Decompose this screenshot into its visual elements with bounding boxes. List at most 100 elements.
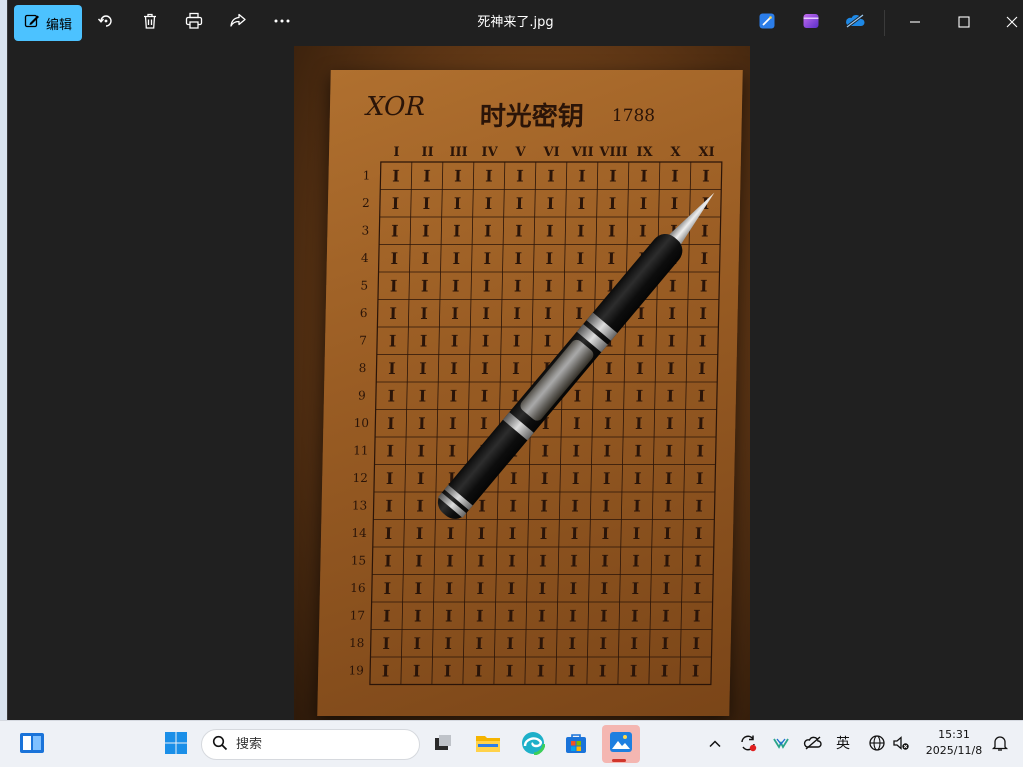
grid-cell-mark: I [419, 359, 427, 378]
clock[interactable]: 15:31 2025/11/8 [922, 727, 986, 759]
edge-button[interactable] [516, 728, 550, 762]
grid-cell-mark: I [632, 552, 640, 571]
share-button[interactable] [222, 8, 254, 38]
grid-cell-mark: I [572, 442, 580, 461]
show-hidden-icons-button[interactable] [700, 728, 730, 762]
grid-cell-mark: I [664, 524, 672, 543]
row-number: 9 [358, 389, 366, 403]
designer-icon [758, 12, 776, 34]
grid-cell-mark: I [418, 387, 426, 406]
column-header: X [670, 145, 681, 160]
delete-button[interactable] [134, 8, 166, 38]
start-button[interactable] [159, 728, 193, 762]
grid-cell-mark: I [700, 249, 708, 268]
grid-cell-mark: I [697, 387, 705, 406]
app-tray-button[interactable] [766, 728, 796, 762]
grid-cell-mark: I [454, 167, 462, 186]
grid-cell-mark: I [661, 634, 669, 653]
grid-cell-mark: I [507, 579, 515, 598]
file-explorer-button[interactable] [471, 728, 505, 762]
grid-cell-mark: I [453, 222, 461, 241]
row-number: 8 [359, 361, 367, 375]
photos-app-button[interactable] [602, 725, 640, 763]
more-button[interactable] [266, 8, 298, 38]
grid-cell-mark: I [515, 222, 523, 241]
row-number: 2 [362, 196, 370, 210]
grid-cell-mark: I [538, 607, 546, 626]
close-button[interactable] [996, 8, 1023, 38]
grid-cell-mark: I [478, 524, 486, 543]
grid-cell-mark: I [573, 387, 581, 406]
grid-cell-mark: I [452, 249, 460, 268]
grid-cell-mark: I [634, 442, 642, 461]
grid-cell-mark: I [482, 304, 490, 323]
minimize-button[interactable] [899, 8, 931, 38]
search-box[interactable] [201, 729, 420, 760]
photo[interactable]: XOR 时光密钥 1788 I II III IV V VI VII VIII IX X XI 1 I I… [294, 46, 750, 720]
grid-cell-mark: I [445, 607, 453, 626]
onedrive-tray-button[interactable] [798, 728, 828, 762]
grid-cell-mark: I [449, 387, 457, 406]
grid-cell-mark: I [666, 387, 674, 406]
rotate-button[interactable] [90, 8, 122, 38]
volume-button[interactable] [886, 728, 916, 762]
search-input[interactable] [236, 737, 396, 752]
grid-cell-mark: I [538, 579, 546, 598]
grid-cell-mark: I [599, 662, 607, 681]
grid-cell-mark: I [509, 524, 517, 543]
designer-button[interactable] [751, 8, 783, 38]
grid-cell-mark: I [578, 194, 586, 213]
store-button[interactable] [559, 728, 593, 762]
speaker-muted-icon [892, 734, 910, 756]
grid-cell-mark: I [573, 414, 581, 433]
grid-cell-mark: I [413, 662, 421, 681]
grid-cell-mark: I [414, 579, 422, 598]
clipchamp-button[interactable] [795, 8, 827, 38]
grid-cell-mark: I [483, 249, 491, 268]
grid-cell-mark: I [416, 497, 424, 516]
grid-cell-mark: I [476, 579, 484, 598]
grid-cell-mark: I [506, 662, 514, 681]
grid-cell-mark: I [640, 194, 648, 213]
grid-cell-mark: I [696, 442, 704, 461]
sync-tray-button[interactable] [733, 728, 763, 762]
image-canvas[interactable]: XOR 时光密钥 1788 I II III IV V VI VII VIII IX X XI 1 I I… [8, 46, 1023, 720]
clock-time: 15:31 [938, 728, 970, 741]
sync-icon [738, 733, 758, 757]
grid-cell-mark: I [506, 634, 514, 653]
grid-cell-mark: I [386, 442, 394, 461]
grid-cell-mark: I [418, 414, 426, 433]
grid-cell-mark: I [383, 607, 391, 626]
grid-cell-mark: I [633, 497, 641, 516]
onedrive-button[interactable] [839, 8, 871, 38]
grid-cell-mark: I [537, 662, 545, 681]
grid-cell-mark: I [485, 167, 493, 186]
row-number: 4 [361, 251, 369, 265]
grid-cell-mark: I [389, 332, 397, 351]
grid-cell-mark: I [634, 469, 642, 488]
globe-icon [868, 734, 886, 756]
grid-cell-mark: I [664, 497, 672, 516]
grid-cell-mark: I [485, 194, 493, 213]
grid-cell-mark: I [444, 662, 452, 681]
grid-cell-mark: I [482, 332, 490, 351]
grid-cell-mark: I [601, 552, 609, 571]
maximize-button[interactable] [948, 8, 980, 38]
grid-cell-mark: I [480, 414, 488, 433]
grid-line [586, 162, 599, 685]
task-view-button[interactable] [426, 728, 460, 762]
grid-cell-mark: I [420, 304, 428, 323]
grid-cell-mark: I [513, 304, 521, 323]
input-method-indicator[interactable]: 英 [836, 733, 850, 753]
grid-line [400, 162, 413, 685]
grid-cell-mark: I [698, 359, 706, 378]
share-icon [229, 12, 247, 34]
row-number: 11 [353, 444, 369, 458]
print-button[interactable] [178, 8, 210, 38]
grid-cell-mark: I [544, 332, 552, 351]
grid-cell-mark: I [537, 634, 545, 653]
notifications-button[interactable] [985, 728, 1015, 762]
edit-button[interactable]: 编辑 [14, 5, 82, 41]
widgets-button[interactable] [15, 728, 49, 762]
grid-cell-mark: I [385, 524, 393, 543]
